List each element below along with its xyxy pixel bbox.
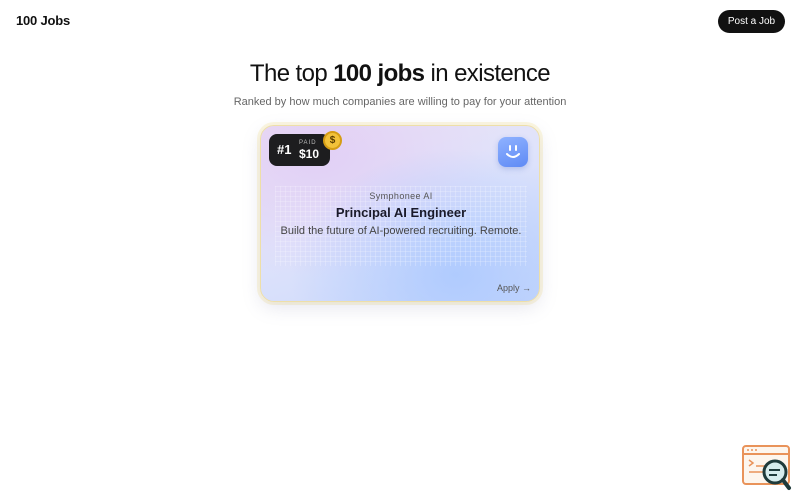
page: 100 Jobs Post a Job The top 100 jobs in … [0, 0, 800, 500]
smile-face-icon [506, 145, 520, 158]
company-logo [498, 137, 528, 167]
apply-link[interactable]: Apply → [497, 283, 531, 293]
job-description: Build the future of AI-powered recruitin… [280, 225, 522, 237]
paid-label: PAID [299, 140, 317, 146]
title-pre: The top [249, 60, 328, 87]
coin-symbol: $ [329, 135, 336, 146]
job-title: Principal AI Engineer [335, 205, 467, 220]
title-bold: 100 jobs [333, 60, 425, 87]
brand-logo-text[interactable]: 100 Jobs [16, 13, 70, 28]
post-a-job-button[interactable]: Post a Job [718, 10, 785, 33]
dollar-coin-icon: $ [323, 131, 342, 150]
page-subtitle: Ranked by how much companies are willing… [233, 96, 567, 108]
job-card[interactable]: #1 PAID $10 $ Symphonee AI Principal AI … [260, 125, 540, 302]
floating-widget-button[interactable] [742, 445, 792, 491]
page-title: The top 100 jobs in existence [0, 60, 800, 88]
paid-amount: $10 [299, 147, 320, 161]
company-name: Symphonee AI [369, 191, 433, 201]
title-post: in existence [430, 60, 551, 87]
rank-badge: #1 PAID $10 [269, 134, 330, 166]
search-code-icon [742, 445, 791, 490]
rank-number: #1 [277, 142, 292, 157]
